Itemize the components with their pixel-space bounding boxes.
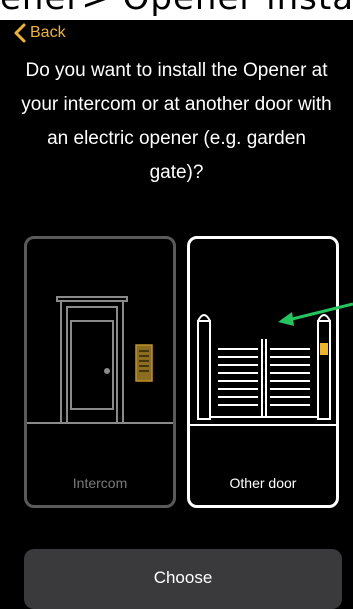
garden-gate-illustration [190, 314, 336, 426]
back-label: Back [30, 24, 66, 41]
intercom-door-illustration [27, 296, 173, 424]
top-banner-text: ener> Opener installieren. [0, 0, 353, 18]
intercom-panel-icon [135, 344, 153, 382]
top-banner: ener> Opener installieren. [0, 0, 353, 20]
chevron-left-icon [14, 23, 26, 43]
annotation-arrow-icon [278, 302, 353, 326]
option-label: Intercom [72, 475, 128, 491]
option-other-door[interactable]: Other door [187, 236, 339, 508]
gate-intercom-icon [320, 343, 328, 355]
option-intercom[interactable]: Intercom [24, 236, 176, 508]
question-text: Do you want to install the Opener at you… [21, 60, 332, 183]
back-button[interactable]: Back [14, 20, 66, 46]
choose-label: Choose [153, 568, 213, 587]
choose-button[interactable]: Choose [24, 549, 342, 609]
option-label: Other door [229, 475, 297, 491]
